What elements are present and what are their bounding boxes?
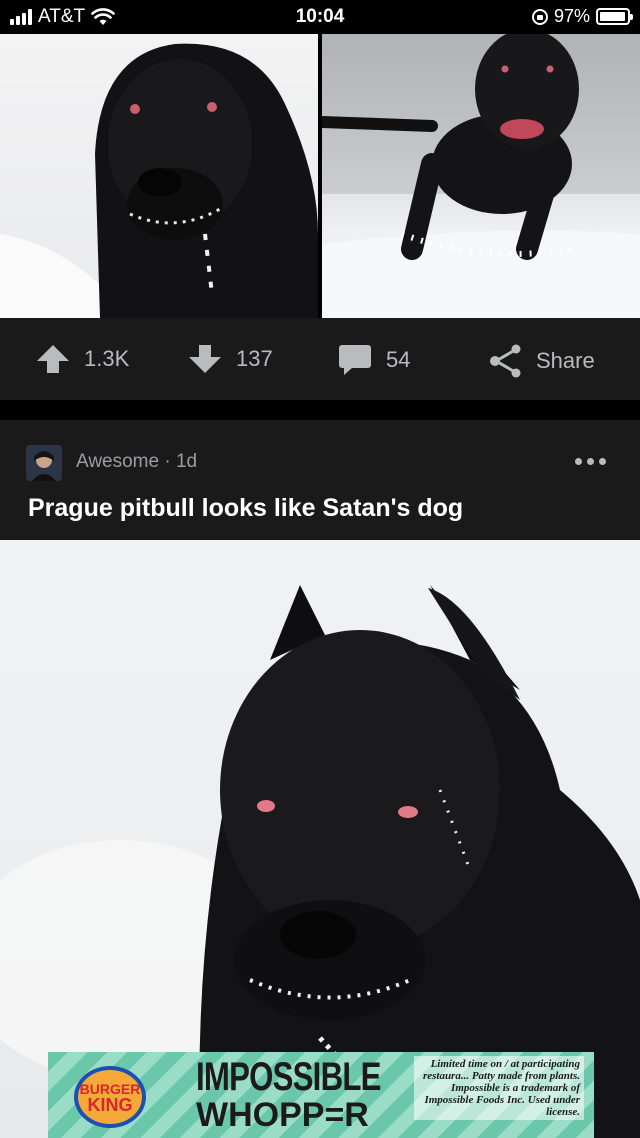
post-card-header: Awesome · 1d Prague pitbull looks like S…: [0, 420, 640, 540]
brand-line-2: KING: [87, 1095, 133, 1115]
burger-king-logo: BURGER KING: [74, 1066, 146, 1128]
meta-separator: ·: [164, 451, 171, 472]
downvote-count: 137: [236, 346, 273, 371]
author-name[interactable]: Awesome: [76, 451, 159, 472]
ad-headline: IMPOSSIBLE: [196, 1055, 381, 1099]
ad-fine-print: Limited time on / at participating resta…: [414, 1056, 584, 1120]
author-avatar[interactable]: [26, 445, 62, 481]
more-options-button[interactable]: [575, 458, 606, 465]
more-dot-icon: [599, 458, 606, 465]
comments-button[interactable]: 54: [338, 344, 410, 376]
more-dot-icon: [587, 458, 594, 465]
upvote-button[interactable]: 1.3K: [36, 344, 129, 374]
post-action-bar: 1.3K 137 54 Share: [0, 318, 640, 400]
feed-divider: [0, 400, 640, 420]
more-dot-icon: [575, 458, 582, 465]
status-bar: AT&T 10:04 97%: [0, 0, 640, 34]
top-image-right[interactable]: [322, 34, 640, 318]
share-icon: [490, 344, 521, 378]
top-image-left[interactable]: [0, 34, 318, 318]
orientation-lock-icon: [531, 8, 548, 25]
brand-line-1: BURGER: [79, 1081, 141, 1097]
post-age: 1d: [175, 451, 198, 472]
battery-icon: [596, 8, 633, 25]
top-post-images: [0, 34, 640, 318]
pitbull-illustration: [0, 585, 640, 1138]
dog-closeup-illustration: [0, 43, 318, 318]
battery-percent: 97%: [553, 6, 590, 26]
comment-bubble-icon: [339, 345, 371, 375]
downvote-arrow-icon: [189, 345, 221, 373]
post-image[interactable]: [0, 540, 640, 1138]
post-meta: Awesome · 1d: [76, 451, 197, 473]
upvote-count: 1.3K: [84, 346, 130, 371]
comment-count: 54: [386, 347, 411, 372]
post-title[interactable]: Prague pitbull looks like Satan's dog: [28, 494, 463, 523]
share-label: Share: [536, 348, 595, 373]
dog-jumping-illustration: [322, 34, 640, 318]
status-right: 97%: [531, 6, 633, 27]
upvote-arrow-icon: [37, 345, 69, 373]
ad-banner[interactable]: BURGER KING IMPOSSIBLE WHOPP=R Limited t…: [48, 1052, 594, 1138]
avatar-image: [26, 445, 62, 481]
share-button[interactable]: Share: [488, 344, 595, 378]
ad-subheadline: WHOPP=R: [196, 1096, 369, 1134]
downvote-button[interactable]: 137: [188, 344, 273, 374]
